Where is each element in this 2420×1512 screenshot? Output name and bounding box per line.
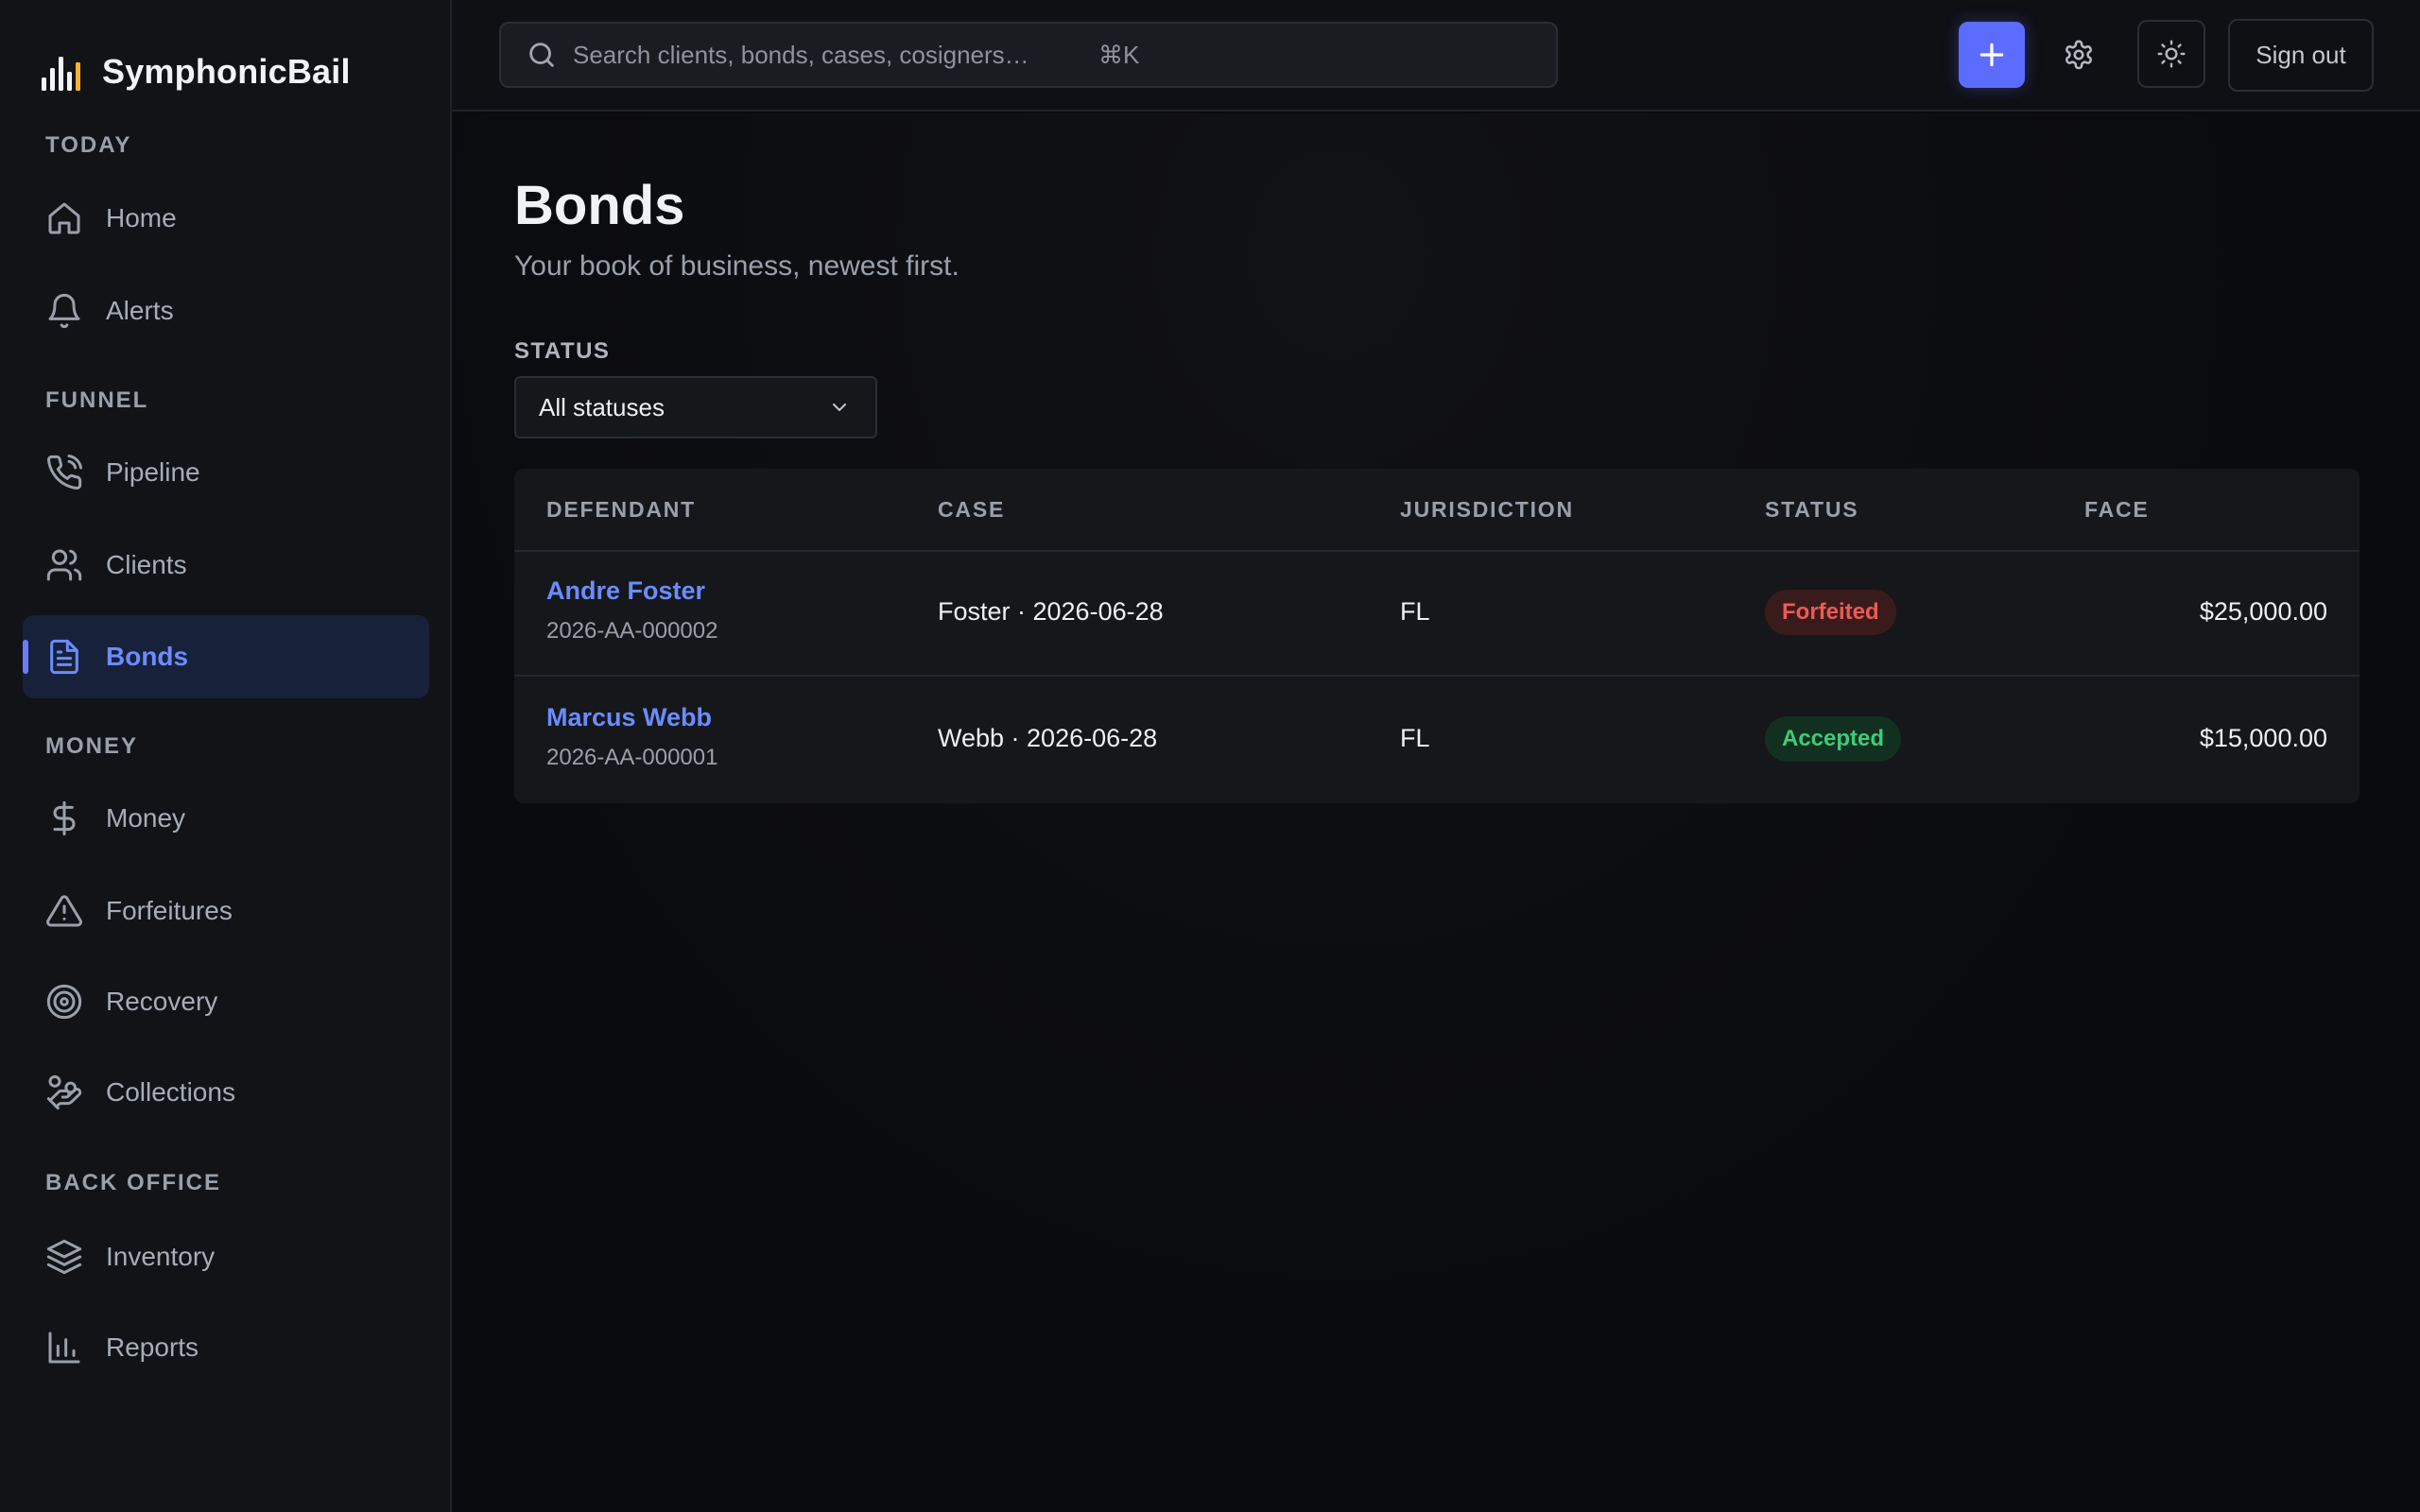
add-button[interactable] <box>1959 22 2025 88</box>
topbar: ⌘K Sign out <box>452 0 2420 112</box>
brand-name: SymphonicBail <box>102 52 351 91</box>
status-badge: Accepted <box>1765 716 1902 762</box>
page-subtitle: Your book of business, newest first. <box>514 250 959 282</box>
plus-icon <box>1979 43 2004 67</box>
column-header-defendant[interactable]: DEFENDANT <box>546 497 696 523</box>
home-icon <box>48 202 80 234</box>
brand[interactable]: SymphonicBail <box>40 43 351 100</box>
section-label-funnel: FUNNEL <box>45 387 149 413</box>
table-row[interactable]: Marcus Webb 2026-AA-000001 Webb · 2026-0… <box>514 679 2360 803</box>
gear-icon <box>2066 40 2092 70</box>
chevron-down-icon <box>833 404 846 411</box>
sidebar-item-label: Clients <box>106 550 187 579</box>
search-bar[interactable]: ⌘K <box>499 22 1558 88</box>
sidebar-item-label: Collections <box>106 1077 235 1107</box>
logo-bars-icon <box>42 57 80 91</box>
sidebar-item-label: Pipeline <box>106 457 200 487</box>
status-filter-label: STATUS <box>514 338 611 364</box>
sidebar-item-label: Alerts <box>106 296 174 325</box>
table-row[interactable]: Andre Foster 2026-AA-000002 Foster · 202… <box>514 552 2360 677</box>
jurisdiction-cell: FL <box>1400 597 1430 626</box>
warning-icon <box>46 895 82 927</box>
bond-id: 2026-AA-000002 <box>546 618 718 644</box>
table-header: DEFENDANT CASE JURISDICTION STATUS FACE <box>514 469 2360 552</box>
status-filter-select[interactable]: All statuses <box>514 376 877 438</box>
phone-icon <box>47 455 82 490</box>
sidebar-item-label: Forfeitures <box>106 896 233 925</box>
search-input[interactable] <box>573 24 1518 86</box>
sidebar-item-label: Home <box>106 203 177 232</box>
target-icon <box>46 984 82 1020</box>
sidebar-item-collections[interactable]: Collections <box>23 1051 429 1134</box>
face-amount: $15,000.00 <box>2199 724 2327 752</box>
users-icon <box>46 549 82 581</box>
bell-icon <box>48 293 80 329</box>
status-filter-value: All statuses <box>539 392 665 421</box>
sidebar-item-label: Bonds <box>106 642 189 671</box>
active-indicator <box>23 640 28 674</box>
sidebar-item-label: Inventory <box>106 1242 216 1271</box>
page-title: Bonds <box>514 175 685 236</box>
search-icon <box>529 43 554 67</box>
hand-coins-icon <box>46 1074 82 1110</box>
main-content: Bonds Your book of business, newest firs… <box>452 113 2420 1512</box>
section-label-back-office: BACK OFFICE <box>45 1170 221 1195</box>
case-cell: Webb · 2026-06-28 <box>938 724 1158 752</box>
column-header-case[interactable]: CASE <box>938 497 1005 523</box>
status-badge: Forfeited <box>1765 590 1896 635</box>
bar-chart-icon <box>48 1332 80 1364</box>
jurisdiction-cell: FL <box>1400 724 1430 752</box>
sidebar-item-forfeitures[interactable]: Forfeitures <box>23 869 429 953</box>
sidebar-item-bonds[interactable]: Bonds <box>23 615 429 698</box>
settings-button[interactable] <box>2046 22 2112 88</box>
sidebar-item-clients[interactable]: Clients <box>23 524 429 607</box>
theme-toggle-button[interactable] <box>2137 20 2205 88</box>
sidebar-item-pipeline[interactable]: Pipeline <box>23 431 429 514</box>
sign-out-button[interactable]: Sign out <box>2228 19 2374 92</box>
sidebar-item-inventory[interactable]: Inventory <box>23 1215 429 1298</box>
column-header-face[interactable]: FACE <box>2084 497 2150 523</box>
sidebar-item-label: Money <box>106 803 186 833</box>
sidebar-item-home[interactable]: Home <box>23 177 429 260</box>
sidebar-item-label: Reports <box>106 1332 199 1362</box>
case-cell: Foster · 2026-06-28 <box>938 597 1164 626</box>
sidebar-item-reports[interactable]: Reports <box>23 1306 429 1389</box>
defendant-link[interactable]: Marcus Webb <box>546 703 712 732</box>
bond-id: 2026-AA-000001 <box>546 745 718 770</box>
bonds-table: DEFENDANT CASE JURISDICTION STATUS FACE … <box>514 469 2360 803</box>
face-amount: $25,000.00 <box>2199 597 2327 626</box>
sidebar-item-money[interactable]: Money <box>23 777 429 860</box>
defendant-link[interactable]: Andre Foster <box>546 576 705 606</box>
section-label-today: TODAY <box>45 132 132 158</box>
sidebar-item-alerts[interactable]: Alerts <box>23 269 429 352</box>
sidebar: SymphonicBail TODAY Home Alerts FUNNEL P… <box>0 0 452 1512</box>
dollar-icon <box>53 800 76 836</box>
column-header-jurisdiction[interactable]: JURISDICTION <box>1400 497 1574 523</box>
section-label-money: MONEY <box>45 733 139 759</box>
column-header-status[interactable]: STATUS <box>1765 497 1858 523</box>
sidebar-item-recovery[interactable]: Recovery <box>23 960 429 1043</box>
layers-icon <box>46 1239 82 1275</box>
document-icon <box>50 639 78 675</box>
sun-icon <box>2157 40 2186 68</box>
sidebar-item-label: Recovery <box>106 987 218 1016</box>
